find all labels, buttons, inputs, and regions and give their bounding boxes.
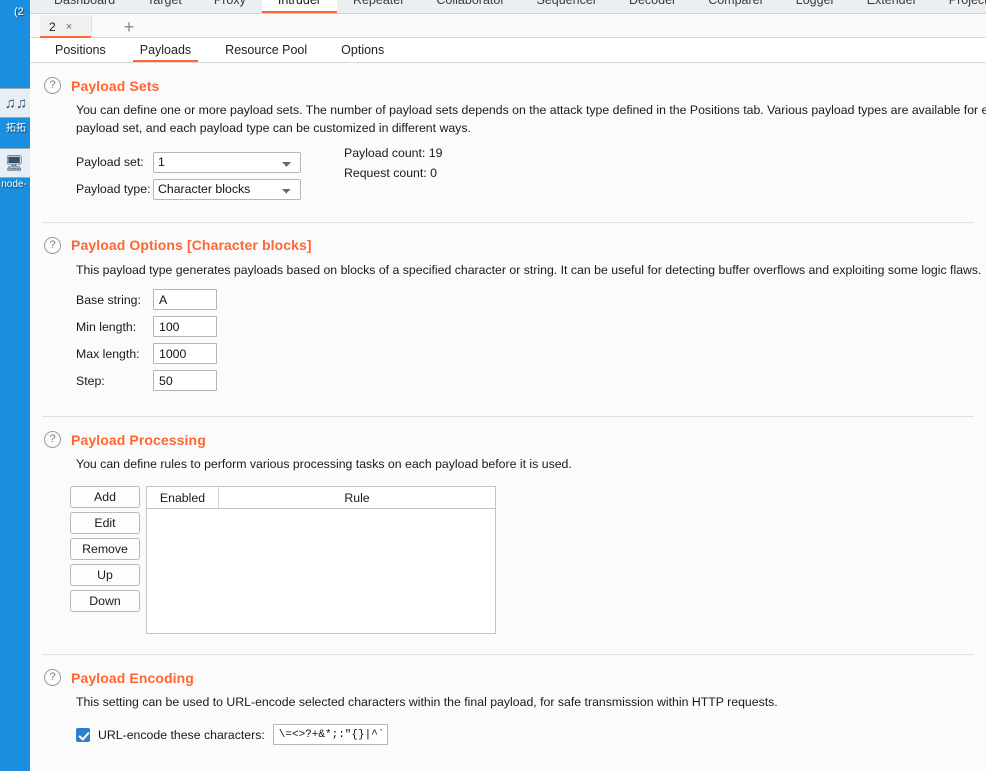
payload-options-section: ? Payload Options [Character blocks] Thi… — [30, 223, 986, 392]
section-title: Payload Options [Character blocks] — [71, 237, 312, 254]
attack-tab-2[interactable]: 2 × — [40, 15, 92, 38]
request-count-value: 0 — [430, 165, 437, 180]
url-encode-characters-input[interactable] — [272, 724, 388, 746]
burp-suite-window: Dashboard Target Proxy Intruder Repeater… — [30, 0, 986, 771]
payload-set-label: Payload set: — [76, 155, 144, 170]
section-title: Payload Encoding — [71, 669, 194, 686]
step-label: Step: — [76, 373, 105, 388]
main-tab-project-options[interactable]: Project options — [933, 0, 986, 13]
help-icon[interactable]: ? — [44, 669, 61, 687]
intruder-section-tabs: Positions Payloads Resource Pool Options — [30, 38, 986, 63]
main-tab-decoder[interactable]: Decoder — [613, 0, 692, 13]
payload-set-select[interactable]: 1 — [153, 151, 301, 173]
help-icon[interactable]: ? — [44, 431, 61, 449]
payload-type-select[interactable]: Character blocks — [153, 178, 301, 200]
payload-encoding-section: ? Payload Encoding This setting can be u… — [30, 655, 986, 746]
min-length-input[interactable] — [153, 316, 217, 338]
desktop-icon-1[interactable]: 🖥 node- — [0, 148, 34, 190]
section-title: Payload Sets — [71, 77, 160, 94]
step-input[interactable] — [153, 370, 217, 392]
payload-sets-description: You can define one or more payload sets.… — [76, 103, 986, 135]
help-icon[interactable]: ? — [44, 236, 61, 254]
payload-type-label: Payload type: — [76, 182, 151, 197]
main-tab-extender[interactable]: Extender — [851, 0, 933, 13]
min-length-label: Min length: — [76, 319, 137, 334]
payload-count-value: 19 — [428, 145, 443, 160]
desktop-icon-label: node- — [1, 179, 27, 190]
main-tab-repeater[interactable]: Repeater — [337, 0, 420, 13]
edit-rule-button[interactable]: Edit — [70, 512, 140, 535]
column-header-enabled: Enabled — [147, 487, 219, 509]
move-rule-down-button[interactable]: Down — [70, 590, 140, 613]
payload-sets-header: ? Payload Sets — [30, 63, 986, 96]
payload-sets-section: ? Payload Sets You can define one or mor… — [30, 63, 986, 200]
request-count-line: Request count: 0 — [344, 166, 442, 180]
step-row: Step: — [76, 370, 986, 392]
url-encode-row: URL-encode these characters: — [76, 724, 986, 746]
main-tab-logger[interactable]: Logger — [780, 0, 851, 13]
tab-options[interactable]: Options — [324, 38, 401, 62]
payload-options-header: ? Payload Options [Character blocks] — [30, 223, 986, 256]
new-attack-tab-button[interactable]: + — [118, 17, 140, 37]
rules-table[interactable]: Enabled Rule — [146, 486, 496, 635]
payload-options-description: This payload type generates payloads bas… — [76, 262, 982, 277]
tab-positions[interactable]: Positions — [38, 38, 123, 62]
base-string-input[interactable] — [153, 289, 217, 311]
rule-button-column: Add Edit Remove Up Down — [70, 486, 140, 634]
payload-encoding-description: This setting can be used to URL-encode s… — [76, 695, 778, 710]
tab-resource-pool[interactable]: Resource Pool — [208, 38, 324, 62]
column-header-rule: Rule — [344, 490, 370, 505]
main-tab-bar: Dashboard Target Proxy Intruder Repeater… — [30, 0, 986, 14]
rules-table-header: Enabled Rule — [147, 487, 495, 510]
payloads-pane: ? Payload Sets You can define one or mor… — [30, 63, 986, 771]
main-tab-dashboard[interactable]: Dashboard — [38, 0, 131, 13]
add-rule-button[interactable]: Add — [70, 486, 140, 509]
remove-rule-button[interactable]: Remove — [70, 538, 140, 561]
tab-payloads[interactable]: Payloads — [123, 38, 208, 62]
payload-processing-header: ? Payload Processing — [30, 417, 986, 450]
main-tab-comparer[interactable]: Comparer — [692, 0, 780, 13]
rules-table-body[interactable] — [147, 509, 495, 634]
payload-processing-body: Add Edit Remove Up Down Enabled Rule — [70, 486, 986, 635]
section-title: Payload Processing — [71, 431, 206, 448]
request-count-label: Request count: — [344, 165, 427, 180]
url-encode-checkbox[interactable] — [76, 727, 90, 742]
payload-counts: Payload count: 19 Request count: 0 — [344, 146, 442, 180]
desktop-stray-text: (2 — [14, 6, 24, 18]
url-encode-label: URL-encode these characters: — [98, 727, 265, 742]
payload-count-label: Payload count: — [344, 145, 426, 160]
computer-icon: 🖥 — [0, 148, 31, 178]
main-tab-list: Dashboard Target Proxy Intruder Repeater… — [30, 0, 986, 13]
help-icon[interactable]: ? — [44, 77, 61, 94]
max-length-label: Max length: — [76, 346, 140, 361]
main-tab-intruder[interactable]: Intruder — [261, 0, 338, 13]
max-length-row: Max length: — [76, 343, 986, 365]
min-length-row: Min length: — [76, 316, 986, 338]
payload-processing-description: You can define rules to perform various … — [76, 457, 572, 472]
main-tab-collaborator[interactable]: Collaborator — [420, 0, 520, 13]
payload-set-row: Payload set: 1 — [76, 151, 301, 173]
main-tab-sequencer[interactable]: Sequencer — [520, 0, 612, 13]
music-folder-icon: ♫♫ — [0, 88, 33, 118]
base-string-label: Base string: — [76, 292, 141, 307]
attack-tab-bar: 2 × + — [30, 15, 986, 38]
close-icon[interactable]: × — [66, 21, 72, 33]
payload-processing-section: ? Payload Processing You can define rule… — [30, 417, 986, 635]
payload-encoding-header: ? Payload Encoding — [30, 655, 986, 688]
payload-type-row: Payload type: Character blocks — [76, 178, 301, 200]
main-tab-target[interactable]: Target — [131, 0, 198, 13]
attack-tab-label: 2 — [49, 19, 56, 34]
max-length-input[interactable] — [153, 343, 217, 365]
base-string-row: Base string: — [76, 289, 986, 311]
move-rule-up-button[interactable]: Up — [70, 564, 140, 587]
payload-count-line: Payload count: 19 — [344, 146, 442, 160]
main-tab-proxy[interactable]: Proxy — [198, 0, 262, 13]
